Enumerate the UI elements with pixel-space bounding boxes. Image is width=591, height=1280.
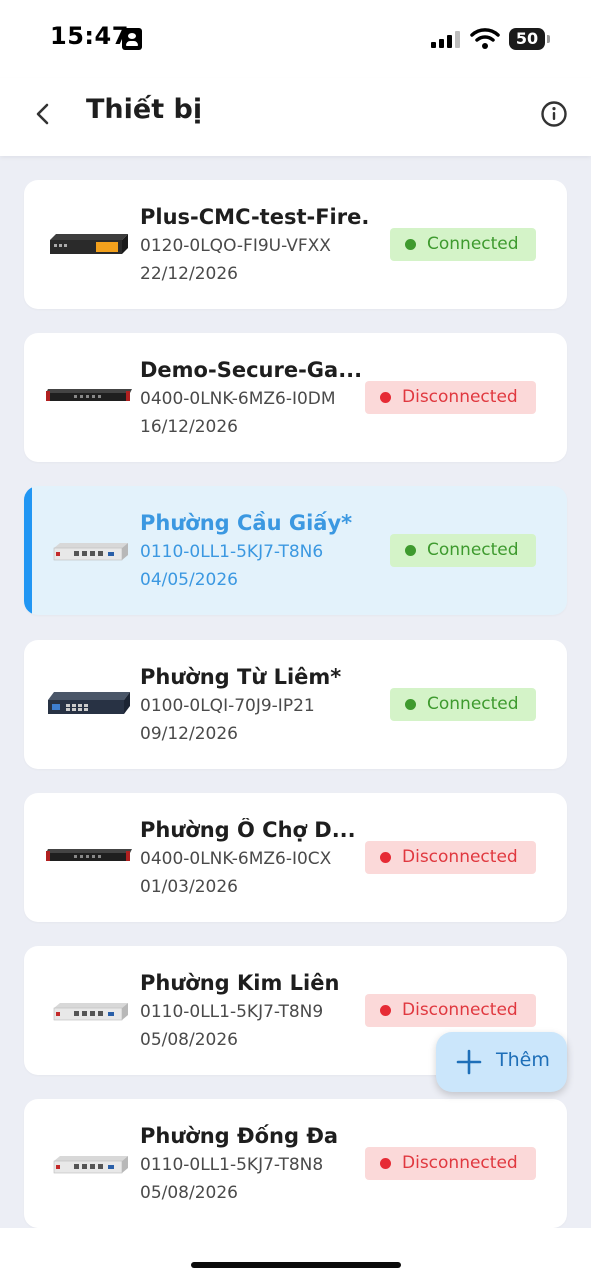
status-badge: Disconnected bbox=[365, 994, 536, 1027]
status-dot-icon bbox=[380, 1005, 391, 1016]
status-badge: Disconnected bbox=[365, 841, 536, 874]
bottom-area bbox=[0, 1228, 591, 1280]
status-dot-icon bbox=[405, 545, 416, 556]
status-badge: Connected bbox=[390, 534, 536, 567]
device-name: Phường Từ Liêm* bbox=[140, 665, 342, 689]
device-card-selected[interactable]: Phường Cầu Giấy* 0110-0LL1-5KJ7-T8N6 04/… bbox=[24, 486, 567, 615]
device-date: 01/03/2026 bbox=[140, 877, 238, 897]
battery-icon: 50 bbox=[509, 28, 550, 50]
firewall-device-icon bbox=[50, 234, 128, 254]
device-name: Phường Kim Liên bbox=[140, 971, 340, 995]
device-serial: 0110-0LL1-5KJ7-T8N6 bbox=[140, 542, 324, 562]
device-date: 05/08/2026 bbox=[140, 1183, 238, 1203]
id-card-icon bbox=[122, 28, 142, 50]
status-text: Disconnected bbox=[402, 847, 518, 867]
rack-device-icon bbox=[46, 849, 132, 861]
status-badge: Disconnected bbox=[365, 381, 536, 414]
device-date: 05/08/2026 bbox=[140, 1030, 238, 1050]
device-date: 04/05/2026 bbox=[140, 570, 238, 590]
status-text: Connected bbox=[427, 234, 519, 254]
device-card[interactable]: Plus-CMC-test-Fire... 0120-0LQO-FI9U-VFX… bbox=[24, 180, 567, 309]
wifi-icon bbox=[470, 28, 500, 49]
device-serial: 0110-0LL1-5KJ7-T8N9 bbox=[140, 1002, 324, 1022]
device-card[interactable]: Phường Từ Liêm* 0100-0LQI-70J9-IP21 09/1… bbox=[24, 640, 567, 769]
status-text: Disconnected bbox=[402, 1000, 518, 1020]
info-circle-icon[interactable] bbox=[538, 98, 570, 130]
device-card[interactable]: Phường Ô Chợ D... 0400-0LNK-6MZ6-I0CX 01… bbox=[24, 793, 567, 922]
signal-icon bbox=[431, 31, 460, 48]
selection-indicator bbox=[24, 486, 32, 615]
status-text: Connected bbox=[427, 694, 519, 714]
status-badge: Connected bbox=[390, 228, 536, 261]
desktop-appliance-icon bbox=[53, 543, 128, 561]
status-text: Disconnected bbox=[402, 1153, 518, 1173]
status-bar: 15:47 50 bbox=[0, 0, 591, 78]
plus-icon bbox=[456, 1049, 482, 1075]
device-serial: 0400-0LNK-6MZ6-I0CX bbox=[140, 849, 332, 869]
device-card[interactable]: Demo-Secure-Ga... 0400-0LNK-6MZ6-I0DM 16… bbox=[24, 333, 567, 462]
device-name: Demo-Secure-Ga... bbox=[140, 358, 363, 382]
add-button-label: Thêm bbox=[496, 1049, 550, 1071]
device-card[interactable]: Phường Đống Đa 0110-0LL1-5KJ7-T8N8 05/08… bbox=[24, 1099, 567, 1228]
status-badge: Disconnected bbox=[365, 1147, 536, 1180]
status-dot-icon bbox=[380, 392, 391, 403]
device-serial: 0120-0LQO-FI9U-VFXX bbox=[140, 236, 331, 256]
switch-device-icon bbox=[48, 692, 130, 714]
status-dot-icon bbox=[380, 1158, 391, 1169]
page-title: Thiết bị bbox=[86, 94, 203, 125]
status-dot-icon bbox=[405, 699, 416, 710]
rack-device-icon bbox=[46, 389, 132, 401]
status-text: Disconnected bbox=[402, 387, 518, 407]
device-name: Phường Đống Đa bbox=[140, 1124, 339, 1148]
device-serial: 0400-0LNK-6MZ6-I0DM bbox=[140, 389, 336, 409]
status-dot-icon bbox=[380, 852, 391, 863]
status-dot-icon bbox=[405, 239, 416, 250]
desktop-appliance-icon bbox=[53, 1156, 128, 1174]
device-date: 16/12/2026 bbox=[140, 417, 238, 437]
device-name: Plus-CMC-test-Fire... bbox=[140, 205, 370, 229]
status-text: Connected bbox=[427, 540, 519, 560]
device-name: Phường Cầu Giấy* bbox=[140, 511, 353, 535]
device-date: 09/12/2026 bbox=[140, 724, 238, 744]
device-serial: 0110-0LL1-5KJ7-T8N8 bbox=[140, 1155, 324, 1175]
device-name: Phường Ô Chợ D... bbox=[140, 818, 356, 842]
add-device-button[interactable]: Thêm bbox=[436, 1032, 567, 1092]
device-date: 22/12/2026 bbox=[140, 264, 238, 284]
device-serial: 0100-0LQI-70J9-IP21 bbox=[140, 696, 315, 716]
nav-bar: Thiết bị bbox=[0, 78, 591, 156]
home-indicator[interactable] bbox=[191, 1262, 401, 1268]
chevron-left-icon[interactable] bbox=[26, 96, 60, 132]
status-time: 15:47 bbox=[50, 22, 129, 50]
status-badge: Connected bbox=[390, 688, 536, 721]
desktop-appliance-icon bbox=[53, 1003, 128, 1021]
